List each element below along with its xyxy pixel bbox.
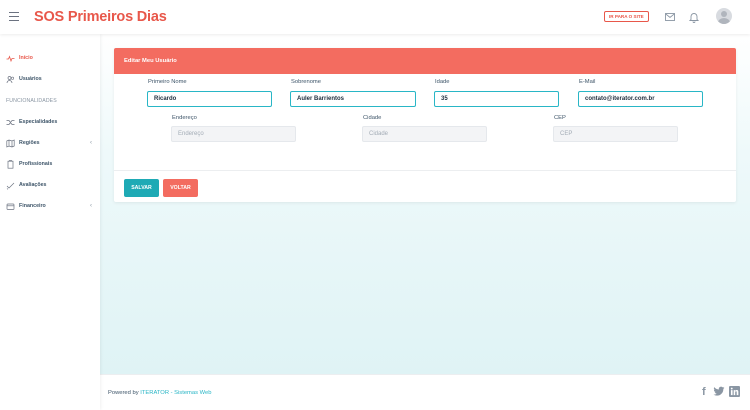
top-bar: SOS Primeiros Dias IR PARA O SITE — [0, 0, 750, 34]
check-icon — [6, 181, 15, 190]
footer: Powered by ITERATOR - Sistemas Web f — [100, 374, 750, 410]
sidebar-item-inicio[interactable]: Início — [0, 49, 100, 67]
menu-icon[interactable] — [9, 12, 19, 21]
email-label: E-Mail — [579, 79, 596, 85]
sidebar: Início Usuários FUNCIONALIDADES Especial… — [0, 34, 100, 410]
brand-logo[interactable]: SOS Primeiros Dias — [34, 9, 167, 25]
sidebar-item-label: Avaliações — [19, 182, 47, 188]
main-content: Editar Meu Usuário Primeiro Nome Ricardo… — [100, 34, 750, 374]
email-input[interactable]: contato@iterator.com.br — [578, 91, 703, 107]
footer-company-link[interactable]: ITERATOR - Sistemas Web — [140, 390, 211, 396]
save-button[interactable]: SALVAR — [124, 179, 159, 197]
first-name-input[interactable]: Ricardo — [147, 91, 272, 107]
sidebar-item-financeiro[interactable]: Financeiro ‹ — [0, 197, 100, 215]
city-label: Cidade — [363, 115, 382, 121]
shuffle-icon — [6, 118, 15, 127]
go-to-site-button[interactable]: IR PARA O SITE — [604, 11, 649, 22]
last-name-label: Sobrenome — [291, 79, 321, 85]
sidebar-item-label: Regiões — [19, 140, 40, 146]
chevron-left-icon: ‹ — [90, 140, 92, 146]
footer-prefix: Powered by — [108, 390, 141, 396]
sidebar-item-label: Profissionais — [19, 161, 53, 167]
wallet-icon — [6, 202, 15, 211]
sidebar-item-profissionais[interactable]: Profissionais — [0, 155, 100, 173]
last-name-input[interactable]: Auler Barrientos — [290, 91, 416, 107]
city-input[interactable]: Cidade — [362, 126, 487, 142]
zip-label: CEP — [554, 115, 566, 121]
sidebar-item-usuarios[interactable]: Usuários — [0, 70, 100, 88]
address-label: Endereço — [172, 115, 197, 121]
clipboard-icon — [6, 159, 15, 169]
users-icon — [6, 75, 15, 84]
sidebar-item-label: Usuários — [19, 76, 42, 82]
card-divider — [114, 170, 736, 171]
twitter-icon[interactable] — [713, 386, 725, 397]
bell-icon[interactable] — [687, 10, 701, 24]
footer-credit: Powered by ITERATOR - Sistemas Web — [108, 390, 211, 396]
linkedin-icon[interactable] — [729, 386, 740, 397]
edit-user-card: Editar Meu Usuário Primeiro Nome Ricardo… — [114, 48, 736, 202]
address-input[interactable]: Endereço — [171, 126, 296, 142]
back-button[interactable]: VOLTAR — [163, 179, 198, 197]
chevron-left-icon: ‹ — [90, 203, 92, 209]
sidebar-item-label: Especialidades — [19, 119, 58, 125]
activity-icon — [6, 54, 15, 63]
user-avatar[interactable] — [716, 8, 732, 24]
age-input[interactable]: 35 — [434, 91, 559, 107]
first-name-label: Primeiro Nome — [148, 79, 187, 85]
sidebar-item-avaliacoes[interactable]: Avaliações — [0, 176, 100, 194]
zip-input[interactable]: CEP — [553, 126, 678, 142]
mail-icon[interactable] — [663, 10, 677, 24]
age-label: Idade — [435, 79, 450, 85]
card-title: Editar Meu Usuário — [114, 48, 736, 74]
sidebar-item-especialidades[interactable]: Especialidades — [0, 113, 100, 131]
sidebar-item-label: Início — [19, 55, 33, 61]
sidebar-item-regioes[interactable]: Regiões ‹ — [0, 134, 100, 152]
sidebar-section-label: FUNCIONALIDADES — [6, 98, 57, 104]
sidebar-item-label: Financeiro — [19, 203, 46, 209]
map-icon — [6, 138, 15, 148]
facebook-icon[interactable]: f — [702, 386, 706, 399]
